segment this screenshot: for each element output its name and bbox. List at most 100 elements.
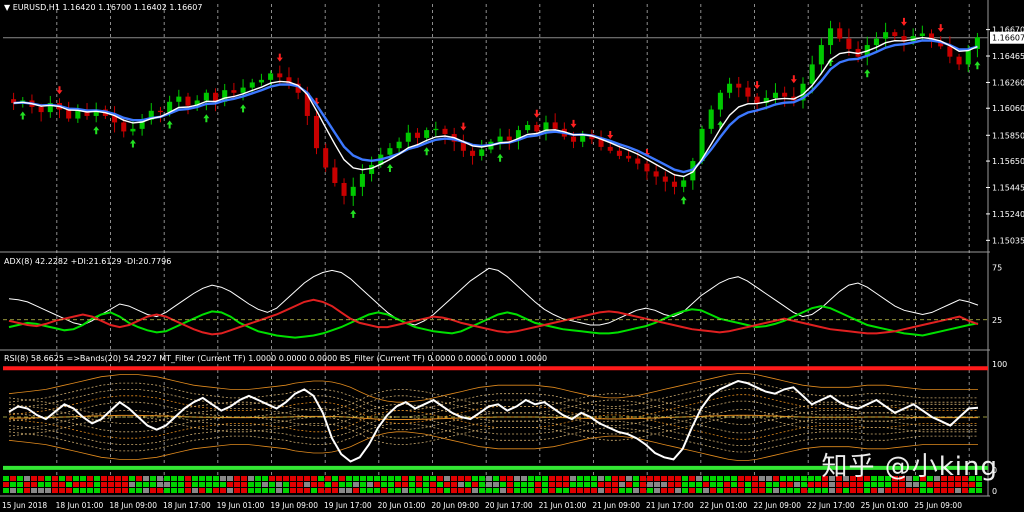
bear-candle xyxy=(121,122,127,132)
filter-cell xyxy=(507,476,513,481)
filter-cell xyxy=(94,488,100,493)
price-panel[interactable] xyxy=(3,17,988,218)
filter-cell xyxy=(241,476,247,481)
filter-cell xyxy=(808,488,814,493)
filter-cell xyxy=(654,476,660,481)
filter-cell xyxy=(577,482,583,487)
filter-cell xyxy=(591,488,597,493)
filter-cell xyxy=(66,488,72,493)
filter-cell xyxy=(115,482,121,487)
filter-cell xyxy=(633,476,639,481)
adx-panel[interactable] xyxy=(3,267,988,339)
bear-candle xyxy=(38,106,44,113)
filter-cell xyxy=(136,482,142,487)
filter-cell xyxy=(542,488,548,493)
time-axis-label: 19 Jun 09:00 xyxy=(270,501,318,510)
filter-cell xyxy=(682,476,688,481)
filter-cell xyxy=(31,482,37,487)
filter-cell xyxy=(689,482,695,487)
buy-arrow-icon xyxy=(974,61,981,70)
adx-axis-label: 75 xyxy=(992,263,1002,272)
filter-cell xyxy=(115,488,121,493)
bull-candle xyxy=(249,82,255,88)
filter-cell xyxy=(752,476,758,481)
filter-cell xyxy=(290,482,296,487)
filter-cell xyxy=(682,482,688,487)
filter-cell xyxy=(199,488,205,493)
filter-cell xyxy=(465,488,471,493)
filter-cell xyxy=(17,476,23,481)
filter-cell xyxy=(920,488,926,493)
filter-cell xyxy=(458,488,464,493)
filter-cell xyxy=(598,476,604,481)
grid-lines xyxy=(0,0,990,497)
filter-cell xyxy=(80,488,86,493)
filter-cell xyxy=(325,482,331,487)
filter-cell xyxy=(388,488,394,493)
filter-cell xyxy=(24,488,30,493)
filter-cell xyxy=(612,476,618,481)
time-axis-label: 21 Jun 01:00 xyxy=(539,501,587,510)
symbol-label: EURUSD,H1 xyxy=(12,3,60,12)
price-tick-label: 1.16060 xyxy=(992,104,1024,113)
filter-cell xyxy=(682,488,688,493)
filter-cell xyxy=(3,476,9,481)
filter-cell xyxy=(563,488,569,493)
filter-cell xyxy=(108,482,114,487)
filter-cell xyxy=(955,488,961,493)
filter-cell xyxy=(766,482,772,487)
filter-cell xyxy=(353,482,359,487)
filter-cell xyxy=(171,488,177,493)
filter-cell xyxy=(745,488,751,493)
time-axis-label: 25 Jun 09:00 xyxy=(914,501,962,510)
filter-cell xyxy=(171,482,177,487)
bull-candle xyxy=(203,92,209,101)
bear-candle xyxy=(442,128,448,134)
filter-cell xyxy=(94,482,100,487)
filter-cell xyxy=(430,476,436,481)
filter-cell xyxy=(437,476,443,481)
price-tick-label: 1.15035 xyxy=(992,236,1024,245)
filter-cell xyxy=(878,488,884,493)
filter-cell xyxy=(605,482,611,487)
filter-cell xyxy=(374,482,380,487)
filter-cell xyxy=(402,488,408,493)
filter-cell xyxy=(80,482,86,487)
bear-candle xyxy=(506,136,512,141)
current-price-label: 1.16607 xyxy=(992,34,1024,43)
filter-cell xyxy=(374,488,380,493)
bear-candle xyxy=(341,182,347,196)
ohlc-label: 1.16420 1.16700 1.16402 1.16607 xyxy=(62,3,203,12)
filter-cell xyxy=(276,482,282,487)
rsi-band-upper xyxy=(8,409,978,439)
filter-cell xyxy=(570,488,576,493)
bull-candle xyxy=(350,186,356,196)
filter-cell xyxy=(829,488,835,493)
filter-cell xyxy=(262,482,268,487)
filter-cell xyxy=(409,488,415,493)
filter-cell xyxy=(703,476,709,481)
filter-cell xyxy=(73,482,79,487)
filter-cell xyxy=(255,476,261,481)
time-axis-label: 20 Jun 01:00 xyxy=(378,501,426,510)
price-tick-label: 1.15240 xyxy=(992,210,1024,219)
filter-cell xyxy=(269,482,275,487)
filter-cell xyxy=(108,488,114,493)
filter-cell xyxy=(45,482,51,487)
filter-cell xyxy=(192,476,198,481)
bull-candle xyxy=(525,124,531,131)
filter-cell xyxy=(689,476,695,481)
menu-chevron-icon[interactable]: ▼ xyxy=(4,3,10,12)
time-axis-label: 22 Jun 01:00 xyxy=(700,501,748,510)
adx-axis-label: 25 xyxy=(992,316,1002,325)
filter-cell xyxy=(500,488,506,493)
filter-cell xyxy=(668,482,674,487)
time-axis-label: 18 Jun 09:00 xyxy=(109,501,157,510)
filter-cell xyxy=(780,476,786,481)
filter-cell xyxy=(619,476,625,481)
symbol-header[interactable]: ▼ EURUSD,H1 1.16420 1.16700 1.16402 1.16… xyxy=(4,3,202,12)
filter-cell xyxy=(535,482,541,487)
filter-cell xyxy=(724,488,730,493)
filter-cell xyxy=(738,482,744,487)
filter-cell xyxy=(80,476,86,481)
